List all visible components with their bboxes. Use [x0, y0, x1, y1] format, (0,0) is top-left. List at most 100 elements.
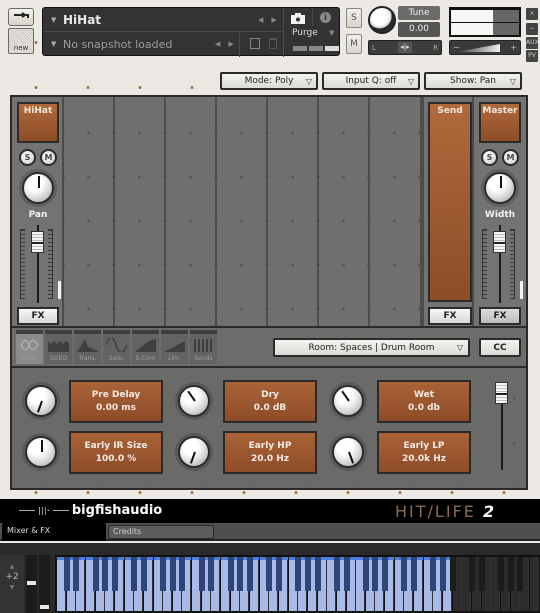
fx-tab-lim[interactable]: Lim.	[161, 330, 188, 364]
black-key[interactable]	[382, 557, 389, 591]
param-early-ir-size[interactable]: Early IR Size 100.0 %	[69, 431, 163, 474]
master-fx-button[interactable]: FX	[479, 307, 521, 325]
snapshot-nav-arrows[interactable]: ◀▶	[215, 40, 242, 48]
fx-tab-scom[interactable]: S-Com	[132, 330, 159, 364]
black-key[interactable]	[266, 557, 273, 591]
black-key[interactable]	[111, 557, 118, 591]
black-key[interactable]	[160, 557, 167, 591]
pitch-handle[interactable]	[27, 581, 36, 585]
instrument-nav-arrows[interactable]: ◀▶	[258, 16, 285, 24]
black-key[interactable]	[517, 557, 524, 591]
param-wet[interactable]: Wet 0.0 db	[377, 380, 471, 423]
black-key[interactable]	[92, 557, 99, 591]
black-key[interactable]	[63, 557, 70, 591]
black-key[interactable]	[304, 557, 311, 591]
reverb-level-fader[interactable]	[495, 382, 508, 404]
black-key[interactable]	[362, 557, 369, 591]
black-key[interactable]	[247, 557, 253, 591]
white-key[interactable]	[529, 557, 539, 611]
tab-mixer-fx[interactable]: Mixer & FX	[2, 523, 106, 541]
channel-mute-button[interactable]: M	[40, 149, 57, 166]
mod-handle[interactable]	[40, 605, 49, 609]
purge-dropdown-icon[interactable]: ▼	[329, 29, 334, 37]
master-fader[interactable]	[493, 231, 506, 253]
param-early-lp[interactable]: Early LP 20.0k Hz	[377, 431, 471, 474]
pitch-wheel[interactable]	[26, 555, 37, 613]
instrument-menu-icon[interactable]: ▼	[51, 16, 63, 24]
black-key[interactable]	[478, 557, 485, 591]
param-pre-delay[interactable]: Pre Delay 0.00 ms	[69, 380, 163, 423]
black-key[interactable]	[343, 557, 350, 591]
black-key[interactable]	[73, 557, 80, 591]
send-fx-button[interactable]: FX	[428, 307, 472, 325]
fx-tab-sgeq[interactable]: SGEQ	[45, 330, 72, 364]
width-knob[interactable]	[484, 172, 516, 204]
tune-value[interactable]: 0.00	[398, 22, 440, 37]
mod-wheel[interactable]	[39, 555, 50, 613]
purge-button[interactable]: Purge	[292, 28, 318, 38]
master-solo-button[interactable]: S	[481, 149, 498, 166]
channel-fader[interactable]	[31, 231, 44, 253]
black-key[interactable]	[468, 557, 475, 591]
black-key[interactable]	[102, 557, 109, 591]
aux-button[interactable]: AUX	[526, 37, 539, 49]
pre-delay-knob[interactable]	[25, 385, 57, 417]
solo-button[interactable]: S	[346, 8, 362, 28]
black-key[interactable]	[237, 557, 244, 591]
channel-name[interactable]: HiHat	[17, 102, 59, 143]
dry-knob[interactable]	[178, 385, 210, 417]
camera-icon[interactable]	[291, 13, 305, 24]
send-name[interactable]: Send	[428, 102, 472, 302]
fx-tab-conv[interactable]: Conv.	[16, 330, 43, 364]
black-key[interactable]	[411, 557, 418, 591]
black-key[interactable]	[401, 557, 408, 591]
black-key[interactable]	[198, 557, 205, 591]
black-key[interactable]	[440, 557, 446, 591]
settings-button[interactable]	[8, 8, 34, 26]
info-icon[interactable]: i	[320, 12, 331, 23]
pan-handle[interactable]: ◂|▸	[398, 42, 412, 53]
black-key[interactable]	[333, 557, 340, 591]
black-key[interactable]	[208, 557, 215, 591]
param-early-hp[interactable]: Early HP 20.0 Hz	[223, 431, 317, 474]
octave-down-button[interactable]: ▼	[0, 584, 24, 591]
fx-tab-trans[interactable]: Trans.	[74, 330, 101, 364]
room-dropdown[interactable]: Room: Spaces | Drum Room ▽	[273, 338, 470, 357]
master-name[interactable]: Master	[479, 102, 521, 143]
tune-knob[interactable]	[368, 6, 396, 34]
new-button[interactable]: new	[8, 28, 34, 54]
black-key[interactable]	[227, 557, 234, 591]
black-key[interactable]	[275, 557, 282, 591]
black-key[interactable]	[314, 557, 321, 591]
black-key[interactable]	[169, 557, 176, 591]
save-snapshot-icon[interactable]	[250, 38, 260, 49]
close-button[interactable]: ×	[526, 8, 538, 20]
black-key[interactable]	[140, 557, 147, 591]
volume-slider[interactable]: − +	[449, 40, 521, 55]
delete-snapshot-icon[interactable]	[269, 38, 277, 49]
octave-up-button[interactable]: ▲	[0, 563, 24, 570]
cc-button[interactable]: CC	[479, 338, 521, 357]
pan-slider[interactable]: L ◂|▸ R	[368, 40, 442, 55]
wet-knob[interactable]	[332, 385, 364, 417]
tab-credits[interactable]: Credits	[108, 525, 214, 539]
black-key[interactable]	[507, 557, 514, 591]
mute-button[interactable]: M	[346, 34, 362, 54]
channel-solo-button[interactable]: S	[19, 149, 36, 166]
show-dropdown[interactable]: Show: Pan ▽	[424, 72, 522, 90]
early-hp-knob[interactable]	[178, 436, 210, 468]
instrument-name[interactable]: HiHat	[63, 13, 101, 27]
master-mute-button[interactable]: M	[502, 149, 519, 166]
pv-button[interactable]: PV	[526, 50, 538, 62]
mode-dropdown[interactable]: Mode: Poly ▽	[220, 72, 318, 90]
black-key[interactable]	[372, 557, 379, 591]
black-key[interactable]	[430, 557, 437, 591]
minimize-button[interactable]: −	[526, 23, 538, 35]
black-key[interactable]	[449, 557, 456, 591]
early-lp-knob[interactable]	[332, 436, 364, 468]
pan-knob[interactable]	[22, 172, 54, 204]
black-key[interactable]	[295, 557, 302, 591]
fx-tab-satu[interactable]: Satu.	[103, 330, 130, 364]
black-key[interactable]	[179, 557, 186, 591]
early-ir-size-knob[interactable]	[25, 436, 57, 468]
